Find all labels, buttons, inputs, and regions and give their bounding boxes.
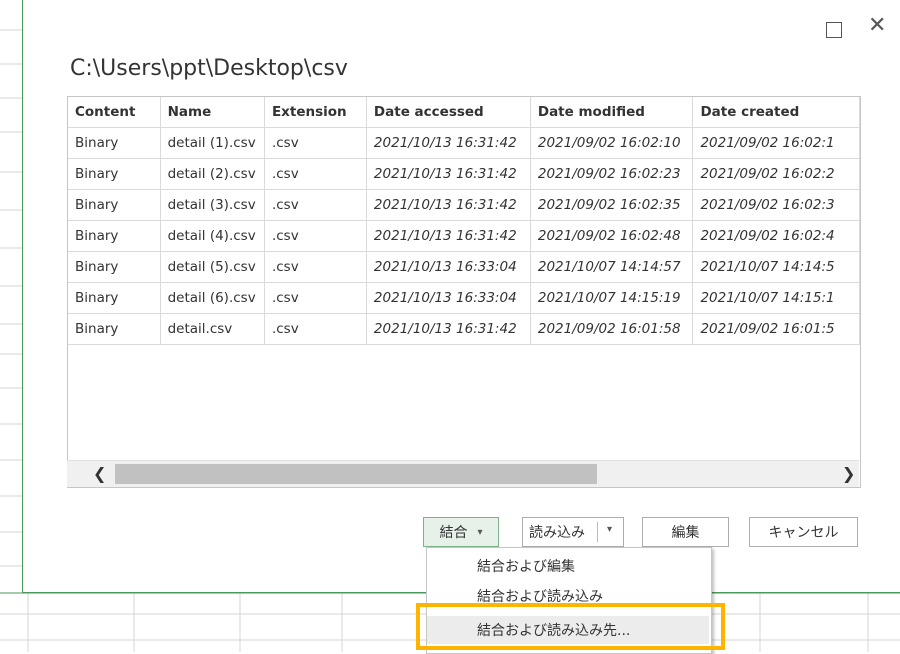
cell-content: Binary: [68, 282, 161, 314]
scrollbar-thumb[interactable]: [115, 464, 597, 484]
close-button[interactable]: ✕: [868, 15, 886, 37]
highlight-annotation-box: [416, 603, 725, 650]
combine-button-label: 結合: [439, 525, 468, 541]
cell-date-created: 2021/09/02 16:02:4: [692, 220, 860, 252]
cell-date-accessed: 2021/10/13 16:31:42: [366, 220, 531, 252]
cancel-button[interactable]: キャンセル: [749, 517, 858, 547]
cell-date-modified: 2021/10/07 14:15:19: [530, 282, 694, 314]
table-row[interactable]: Binary detail (5).csv .csv 2021/10/13 16…: [68, 251, 860, 283]
cell-content: Binary: [68, 220, 161, 252]
cell-name: detail (2).csv: [160, 158, 265, 190]
cell-extension: .csv: [264, 220, 367, 252]
cell-content: Binary: [68, 313, 161, 345]
table-row[interactable]: Binary detail (1).csv .csv 2021/10/13 16…: [68, 127, 860, 159]
cell-name: detail (3).csv: [160, 189, 265, 221]
cell-extension: .csv: [264, 158, 367, 190]
load-dropdown-chevron-icon[interactable]: ▾: [607, 524, 612, 535]
cell-content: Binary: [68, 189, 161, 221]
cell-date-created: 2021/09/02 16:02:2: [692, 158, 860, 190]
cell-name: detail (1).csv: [160, 127, 265, 159]
cell-date-modified: 2021/09/02 16:02:48: [530, 220, 694, 252]
column-header-date-accessed[interactable]: Date accessed: [366, 97, 531, 128]
cell-date-modified: 2021/09/02 16:02:23: [530, 158, 694, 190]
cell-date-modified: 2021/09/02 16:02:10: [530, 127, 694, 159]
cell-extension: .csv: [264, 251, 367, 283]
cell-date-accessed: 2021/10/13 16:31:42: [366, 313, 531, 345]
cell-extension: .csv: [264, 282, 367, 314]
cell-date-created: 2021/10/07 14:14:5: [692, 251, 860, 283]
horizontal-scrollbar[interactable]: ❮ ❯: [67, 460, 859, 487]
cell-name: detail (5).csv: [160, 251, 265, 283]
table-row[interactable]: Binary detail (6).csv .csv 2021/10/13 16…: [68, 282, 860, 314]
cell-extension: .csv: [264, 313, 367, 345]
cell-date-accessed: 2021/10/13 16:31:42: [366, 127, 531, 159]
cell-content: Binary: [68, 158, 161, 190]
cell-date-accessed: 2021/10/13 16:33:04: [366, 282, 531, 314]
split-button-divider: [597, 522, 598, 542]
column-header-date-created[interactable]: Date created: [692, 97, 860, 128]
folder-path-title: C:\Users\ppt\Desktop\csv: [70, 56, 348, 81]
column-header-date-modified[interactable]: Date modified: [530, 97, 694, 128]
cell-date-accessed: 2021/10/13 16:31:42: [366, 189, 531, 221]
cell-name: detail.csv: [160, 313, 265, 345]
cell-date-modified: 2021/09/02 16:01:58: [530, 313, 694, 345]
column-header-content[interactable]: Content: [68, 97, 161, 128]
menu-item-combine-and-edit[interactable]: 結合および編集: [427, 552, 709, 580]
load-button[interactable]: 読み込み ▾: [522, 517, 624, 547]
cell-extension: .csv: [264, 189, 367, 221]
cell-extension: .csv: [264, 127, 367, 159]
cell-content: Binary: [68, 251, 161, 283]
cell-name: detail (4).csv: [160, 220, 265, 252]
edit-button[interactable]: 編集: [642, 517, 729, 547]
table-row[interactable]: Binary detail (4).csv .csv 2021/10/13 16…: [68, 220, 860, 252]
scroll-right-icon[interactable]: ❯: [842, 464, 855, 483]
table-row[interactable]: Binary detail (2).csv .csv 2021/10/13 16…: [68, 158, 860, 190]
cell-date-accessed: 2021/10/13 16:33:04: [366, 251, 531, 283]
cell-name: detail (6).csv: [160, 282, 265, 314]
cell-date-created: 2021/10/07 14:15:1: [692, 282, 860, 314]
cell-date-created: 2021/09/02 16:02:1: [692, 127, 860, 159]
file-list-table: Content Name Extension Date accessed Dat…: [67, 96, 861, 488]
cell-date-modified: 2021/10/07 14:14:57: [530, 251, 694, 283]
column-header-name[interactable]: Name: [160, 97, 265, 128]
column-header-extension[interactable]: Extension: [264, 97, 367, 128]
cell-date-created: 2021/09/02 16:02:3: [692, 189, 860, 221]
table-row[interactable]: Binary detail.csv .csv 2021/10/13 16:31:…: [68, 313, 860, 345]
cell-date-modified: 2021/09/02 16:02:35: [530, 189, 694, 221]
cell-content: Binary: [68, 127, 161, 159]
table-row[interactable]: Binary detail (3).csv .csv 2021/10/13 16…: [68, 189, 860, 221]
cell-date-accessed: 2021/10/13 16:31:42: [366, 158, 531, 190]
chevron-down-icon: ▾: [477, 526, 483, 538]
maximize-button[interactable]: [826, 22, 842, 38]
combine-button[interactable]: 結合 ▾: [423, 517, 499, 547]
scroll-left-icon[interactable]: ❮: [93, 464, 106, 483]
cell-date-created: 2021/09/02 16:01:5: [692, 313, 860, 345]
table-header-row: Content Name Extension Date accessed Dat…: [68, 97, 860, 128]
load-button-label: 読み込み: [529, 525, 585, 541]
